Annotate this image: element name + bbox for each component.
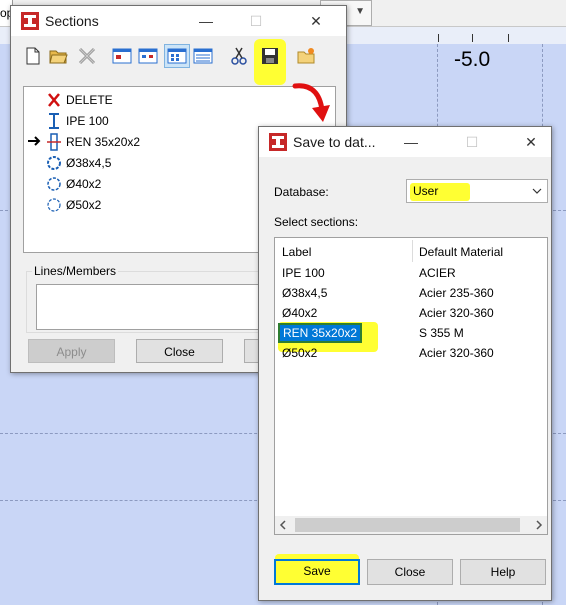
scissors-icon[interactable] <box>229 46 249 66</box>
view-4-icon[interactable] <box>193 46 213 66</box>
column-header-material[interactable]: Default Material <box>419 245 503 259</box>
database-value: User <box>413 184 439 198</box>
save-dialog-titlebar[interactable]: Save to dat... — ☐ ✕ <box>259 127 551 157</box>
row-material: Acier 320-360 <box>419 306 494 320</box>
app-logo-icon <box>269 133 287 151</box>
row-label: Ø50x2 <box>282 346 318 360</box>
chevron-right-icon[interactable] <box>534 519 544 534</box>
list-row-selected[interactable]: REN 35x20x2 S 355 M <box>275 323 547 343</box>
row-material: ACIER <box>419 266 456 280</box>
apply-button: Apply <box>28 339 115 363</box>
chevron-left-icon[interactable] <box>278 519 288 534</box>
help-button[interactable]: Help <box>460 559 546 585</box>
sections-list[interactable]: Label Default Material IPE 100 ACIER Ø38… <box>274 237 548 535</box>
ruler-label: -5.0 <box>454 48 491 71</box>
maximize-button: ☐ <box>465 134 479 150</box>
save-dialog: Save to dat... — ☐ ✕ Database: User Sele… <box>258 126 552 601</box>
maximize-button: ☐ <box>249 13 263 29</box>
horizontal-scrollbar[interactable] <box>275 516 547 534</box>
dialog-title: Save to dat... <box>293 134 376 150</box>
load-database-icon[interactable] <box>296 46 316 66</box>
view-1-icon[interactable] <box>112 46 132 66</box>
view-3-icon[interactable] <box>164 44 190 68</box>
list-row[interactable]: Ø40x2 Acier 320-360 <box>275 303 547 323</box>
app-logo-icon <box>21 12 39 30</box>
row-label: Ø38x4,5 <box>282 286 328 300</box>
open-folder-icon[interactable] <box>48 46 68 66</box>
row-label: REN 35x20x2 <box>277 323 363 343</box>
tube-icon <box>46 196 62 220</box>
tree-item-label: Ø50x2 <box>66 198 102 212</box>
current-arrow-icon <box>27 132 43 156</box>
close-icon[interactable]: ✕ <box>521 132 541 152</box>
new-icon[interactable] <box>23 46 43 66</box>
column-header-label[interactable]: Label <box>282 245 311 259</box>
close-button[interactable]: Close <box>136 339 223 363</box>
tree-item-label: Ø38x4,5 <box>66 156 112 170</box>
chevron-down-icon: ▼ <box>355 6 365 17</box>
column-divider <box>412 240 413 262</box>
delete-cross-icon[interactable] <box>77 46 97 66</box>
row-label: Ø40x2 <box>282 306 318 320</box>
ruler-tick <box>438 34 439 42</box>
row-material: S 355 M <box>419 326 464 340</box>
ruler-tick <box>472 34 473 42</box>
row-label: IPE 100 <box>282 266 325 280</box>
window-title: Sections <box>45 13 99 29</box>
lines-members-label: Lines/Members <box>32 264 119 278</box>
view-2-icon[interactable] <box>138 46 158 66</box>
minimize-button[interactable]: — <box>196 11 216 31</box>
chevron-down-icon <box>531 184 543 201</box>
list-row[interactable]: IPE 100 ACIER <box>275 263 547 283</box>
tree-item-label: IPE 100 <box>66 114 109 128</box>
annotation-arrow <box>292 83 330 122</box>
ruler-tick <box>508 34 509 42</box>
close-button[interactable]: Close <box>367 559 453 585</box>
minimize-button[interactable]: — <box>401 132 421 152</box>
list-row[interactable]: Ø38x4,5 Acier 235-360 <box>275 283 547 303</box>
row-material: Acier 320-360 <box>419 346 494 360</box>
row-material: Acier 235-360 <box>419 286 494 300</box>
close-icon[interactable]: ✕ <box>306 11 326 31</box>
save-database-icon[interactable] <box>260 46 280 66</box>
list-row[interactable]: Ø50x2 Acier 320-360 <box>275 343 547 363</box>
tree-item-label: REN 35x20x2 <box>66 135 141 149</box>
sections-titlebar[interactable]: Sections — ☐ ✕ <box>11 6 346 36</box>
database-select[interactable]: User <box>406 179 548 203</box>
tree-item-label: Ø40x2 <box>66 177 102 191</box>
ruler <box>344 34 566 44</box>
select-sections-label: Select sections: <box>274 215 359 229</box>
tree-item-label: DELETE <box>66 93 113 107</box>
save-button[interactable]: Save <box>274 559 360 585</box>
database-label: Database: <box>274 185 329 199</box>
scrollbar-thumb[interactable] <box>295 518 520 532</box>
